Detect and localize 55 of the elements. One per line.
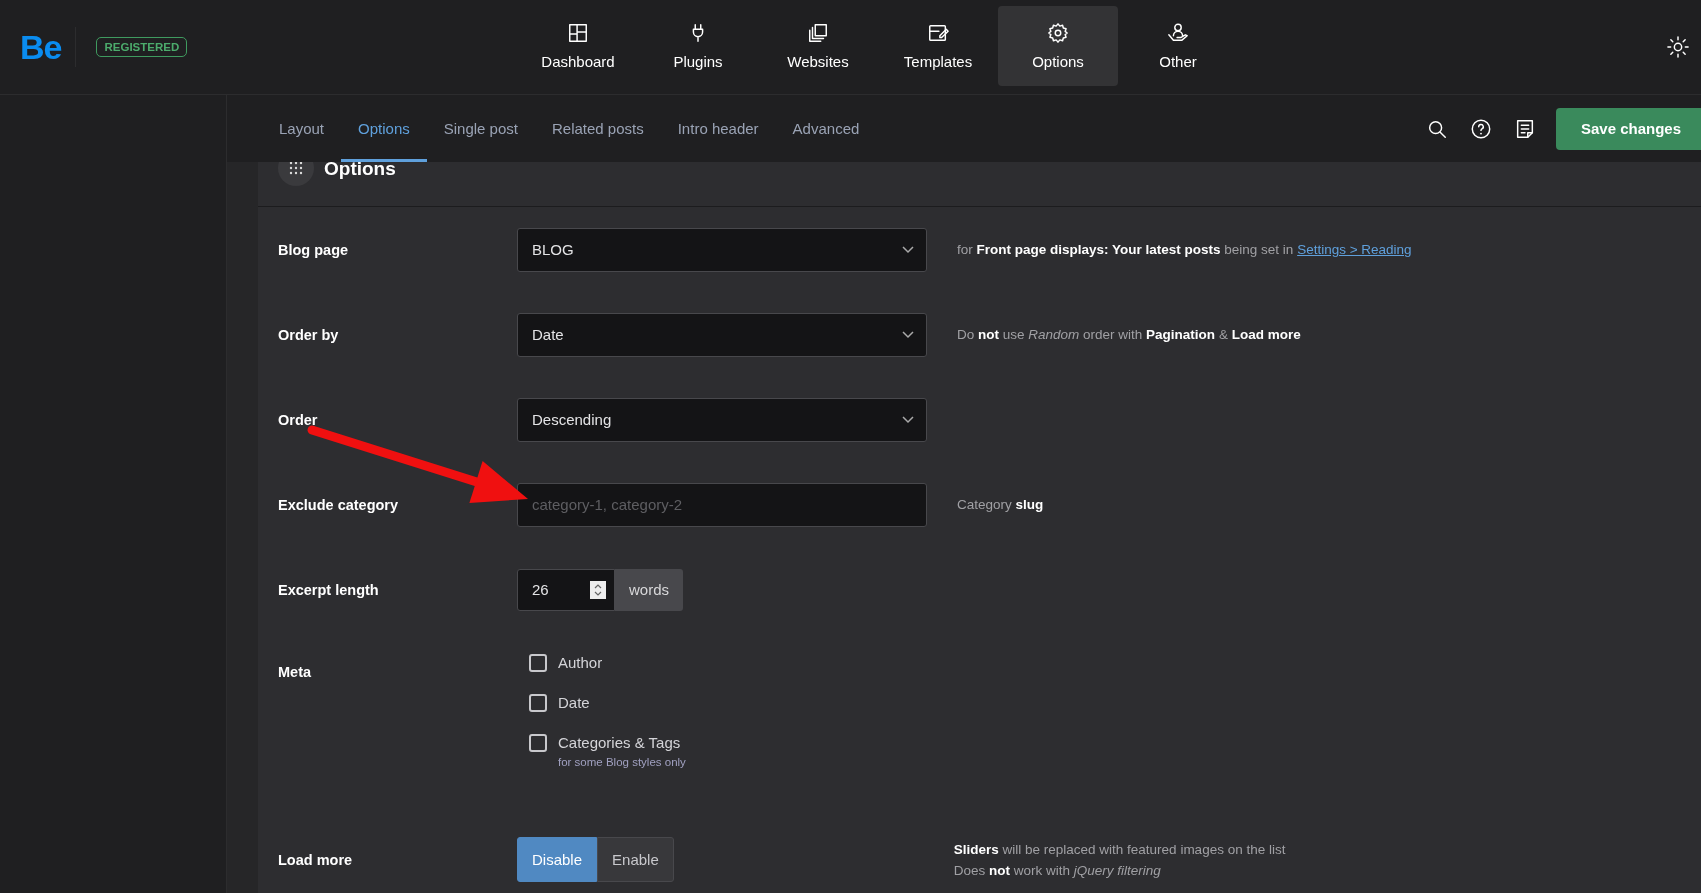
dots-grid-icon (288, 162, 304, 176)
tab[interactable]: Advanced (775, 95, 877, 162)
spinner-icon[interactable] (590, 580, 606, 599)
registered-badge: REGISTERED (96, 37, 188, 57)
dropdown[interactable]: Date (517, 312, 927, 357)
tab[interactable]: Related posts (534, 95, 661, 162)
grid-icon (567, 22, 589, 44)
chevron-down-icon (902, 330, 914, 339)
field-label: Exclude category (278, 496, 400, 513)
checkbox[interactable] (529, 654, 547, 672)
help-icon[interactable] (1469, 117, 1492, 140)
hint-text: for Front page displays: Your latest posts being set in Settings > Reading (957, 242, 1412, 257)
logo: Be (20, 27, 77, 67)
settings-link[interactable]: Settings > Reading (1297, 242, 1412, 257)
checkbox-label: Categories & Tags (558, 734, 682, 752)
field-label: Blog page (278, 241, 350, 258)
nav-item[interactable]: Plugins (638, 6, 758, 86)
unit-label: words (615, 568, 683, 611)
nav-item[interactable]: Dashboard (518, 6, 638, 86)
checkbox-label: Date (558, 694, 590, 712)
settings-icon (1047, 22, 1069, 44)
edit-icon (927, 22, 949, 44)
nav-item[interactable]: Options (998, 6, 1118, 86)
tab[interactable]: Layout (262, 95, 342, 162)
hint-text: Does not work with jQuery filtering (953, 862, 1162, 878)
toggle-option[interactable]: Disable (517, 837, 598, 882)
hint-text: Sliders will be replaced with featured images on the list (953, 841, 1286, 857)
field-label: Order by (278, 326, 340, 343)
chevron-down-icon (902, 245, 914, 254)
chevron-down-icon (902, 415, 914, 424)
section-title: Options (324, 162, 396, 180)
copies-icon (807, 22, 829, 44)
toggle-option[interactable]: Enable (597, 837, 674, 882)
field-label: Meta (278, 663, 313, 680)
field-label: Order (278, 411, 319, 428)
nav-item[interactable]: Templates (878, 6, 998, 86)
dropdown[interactable]: Descending (517, 397, 927, 442)
save-button[interactable]: Save changes (1555, 107, 1701, 150)
checkbox-note: for some Blog styles only (558, 756, 686, 768)
hint-text: Category slug (957, 497, 1044, 512)
dropdown[interactable]: BLOG (517, 227, 927, 272)
tab[interactable]: Intro header (660, 95, 776, 162)
number-field[interactable]: 26 (517, 568, 615, 611)
checkbox[interactable] (529, 734, 547, 752)
tab[interactable]: Single post (426, 95, 535, 162)
checkbox[interactable] (529, 694, 547, 712)
nav-item[interactable]: Other (1118, 6, 1238, 86)
sun-icon[interactable] (1667, 36, 1689, 58)
input-field[interactable]: category-1, category-2 (517, 482, 927, 527)
checkbox-label: Author (558, 654, 603, 672)
field-label: Excerpt length (278, 581, 380, 598)
hand-person-icon (1167, 22, 1189, 44)
field-label: Load more (278, 851, 354, 868)
nav-item[interactable]: Websites (758, 6, 878, 86)
hint-text: Do not use Random order with Pagination & Load more (957, 327, 1301, 342)
